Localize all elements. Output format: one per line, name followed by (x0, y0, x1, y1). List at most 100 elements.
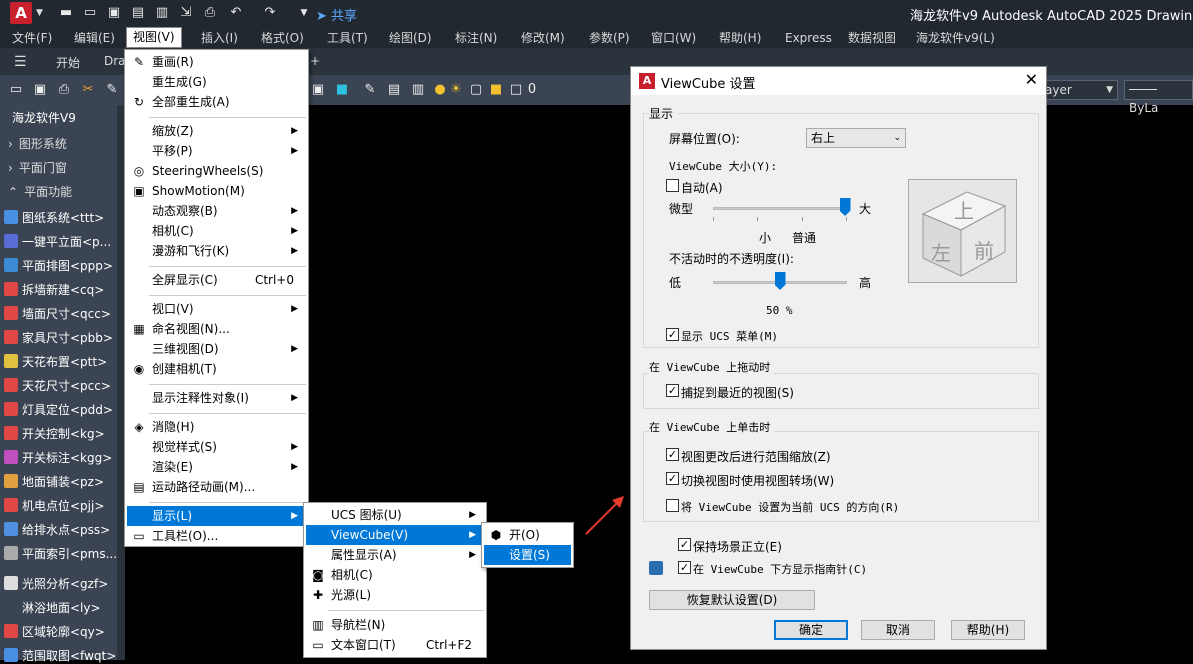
menu-draw[interactable]: 绘图(D) (389, 29, 432, 47)
menu-data-view[interactable]: 数据视图 (848, 29, 896, 47)
close-icon[interactable]: ✕ (1025, 70, 1038, 89)
palette-item[interactable]: 范围取图<fwqt> (4, 647, 116, 664)
menu-insert[interactable]: 插入(I) (201, 29, 238, 47)
layer-color-box[interactable]: □ (508, 82, 524, 98)
restore-defaults-button[interactable]: 恢复默认设置(D) (649, 590, 815, 610)
undo-icon[interactable]: ↶ (228, 5, 244, 21)
menu-express[interactable]: Express (785, 29, 832, 47)
freeze-icon[interactable]: ▢ (468, 82, 484, 98)
save-icon[interactable]: ▣ (32, 82, 48, 98)
menu-item[interactable]: ▤ 运动路径动画(M)... (127, 477, 306, 497)
match-prop-icon[interactable]: ✎ (104, 82, 120, 98)
menu-file[interactable]: 文件(F) (12, 29, 52, 47)
menu-item[interactable]: ⬢ 开(O) (484, 525, 571, 545)
menu-item[interactable]: 全屏显示(C) Ctrl+0 (127, 270, 306, 290)
menu-item[interactable]: 属性显示(A) ▶ (306, 545, 484, 565)
menu-modify[interactable]: 修改(M) (521, 29, 565, 47)
menu-item[interactable]: 动态观察(B) ▶ (127, 201, 306, 221)
plot-icon[interactable]: ▥ (154, 5, 170, 21)
palette-item[interactable]: 灯具定位<pdd> (4, 401, 113, 418)
palette-section[interactable]: › 图形系统 (8, 135, 67, 152)
palette-item[interactable]: 机电点位<pjj> (4, 497, 104, 514)
import-icon[interactable]: ⇲ (178, 5, 194, 21)
palette-item[interactable]: 地面铺装<pz> (4, 473, 104, 490)
menu-item[interactable]: ◎ SteeringWheels(S) (127, 161, 306, 181)
tool-d-icon[interactable]: ▤ (386, 82, 402, 98)
menu-item[interactable]: ◉ 创建相机(T) (127, 359, 306, 379)
customize-quick-access-icon[interactable]: ▼ (296, 5, 312, 21)
menu-item[interactable]: 平移(P) ▶ (127, 141, 306, 161)
palette-item[interactable]: 天花尺寸<pcc> (4, 377, 111, 394)
menu-item[interactable]: ✚ 光源(L) (306, 585, 484, 605)
open-icon[interactable]: ▭ (8, 82, 24, 98)
tool-e-icon[interactable]: ▥ (410, 82, 426, 98)
menu-item[interactable]: 显示(L) ▶ (127, 506, 306, 526)
palette-item[interactable]: 平面排图<ppp> (4, 257, 113, 274)
menu-item[interactable]: 渲染(E) ▶ (127, 457, 306, 477)
palette-item[interactable]: 拆墙新建<cq> (4, 281, 104, 298)
menu-item[interactable]: ▭ 文本窗口(T) Ctrl+F2 (306, 635, 484, 655)
save-as-icon[interactable]: ▤ (130, 5, 146, 21)
palette-item[interactable]: 家具尺寸<pbb> (4, 329, 113, 346)
menu-item[interactable]: 漫游和飞行(K) ▶ (127, 241, 306, 261)
print-icon[interactable]: ⎙ (56, 82, 72, 98)
show-ucs-menu-checkbox[interactable]: ✓ (666, 328, 679, 341)
bulb-icon[interactable]: ● (432, 82, 448, 98)
menu-item[interactable]: 相机(C) ▶ (127, 221, 306, 241)
menu-format[interactable]: 格式(O) (261, 29, 304, 47)
help-button[interactable]: 帮助(H) (951, 620, 1025, 640)
sun-icon[interactable]: ☀ (448, 82, 464, 98)
palette-item[interactable]: 平面索引<pms... (4, 545, 117, 562)
tool-a-icon[interactable]: ▣ (310, 82, 326, 98)
app-logo[interactable]: A (10, 2, 32, 24)
keep-upright-checkbox[interactable]: ✓ (678, 538, 691, 551)
size-slider-track[interactable] (713, 207, 847, 210)
lock-icon[interactable]: ■ (488, 82, 504, 98)
palette-item[interactable]: 墙面尺寸<qcc> (4, 305, 111, 322)
new-tab-icon[interactable]: + (310, 54, 320, 68)
app-menu-caret-icon[interactable]: ▼ (36, 8, 43, 18)
new-file-icon[interactable]: ▬ (58, 5, 74, 21)
layer-combo[interactable]: ayer ▼ (1040, 80, 1118, 100)
menu-view[interactable]: 视图(V) (126, 27, 182, 48)
palette-item[interactable]: 开关标注<kgg> (4, 449, 112, 466)
menu-tools[interactable]: 工具(T) (327, 29, 368, 47)
menu-item[interactable]: 三维视图(D) ▶ (127, 339, 306, 359)
menu-item[interactable]: 显示注释性对象(I) ▶ (127, 388, 306, 408)
menu-window[interactable]: 窗口(W) (651, 29, 696, 47)
menu-item[interactable]: ▥ 导航栏(N) (306, 615, 484, 635)
menu-item[interactable]: UCS 图标(U) ▶ (306, 505, 484, 525)
menu-item[interactable]: 视觉样式(S) ▶ (127, 437, 306, 457)
palette-item[interactable]: 开关控制<kg> (4, 425, 105, 442)
open-folder-icon[interactable]: ▭ (82, 5, 98, 21)
menu-item[interactable]: ↻ 全部重生成(A) (127, 92, 306, 112)
palette-item[interactable]: 淋浴地面<ly> (4, 599, 101, 616)
cut-icon[interactable]: ✂ (80, 82, 96, 98)
cancel-button[interactable]: 取消 (861, 620, 935, 640)
menu-help[interactable]: 帮助(H) (719, 29, 761, 47)
view-transitions-checkbox[interactable]: ✓ (666, 472, 679, 485)
menu-item[interactable]: ◈ 消隐(H) (127, 417, 306, 437)
menu-item[interactable]: ✎ 重画(R) (127, 52, 306, 72)
menu-item[interactable]: ▭ 工具栏(O)... (127, 526, 306, 546)
menu-hailong[interactable]: 海龙软件v9(L) (916, 29, 995, 47)
tab-start[interactable]: 开始 (56, 54, 80, 71)
redo-icon[interactable]: ↷ (262, 5, 278, 21)
palette-item[interactable]: 图纸系统<ttt> (4, 209, 104, 226)
palette-item[interactable]: 给排水点<pss> (4, 521, 110, 538)
palette-section[interactable]: › 平面门窗 (8, 159, 67, 176)
screen-position-select[interactable]: 右上 ⌄ (806, 128, 906, 148)
ok-button[interactable]: 确定 (774, 620, 848, 640)
menu-item[interactable]: ▦ 命名视图(N)... (127, 319, 306, 339)
palette-item[interactable]: 光照分析<gzf> (4, 575, 108, 592)
zoom-extents-checkbox[interactable]: ✓ (666, 448, 679, 461)
palette-section[interactable]: ⌃ 平面功能 (8, 183, 72, 200)
menu-item[interactable]: 视口(V) ▶ (127, 299, 306, 319)
menu-item[interactable]: ◙ 相机(C) (306, 565, 484, 585)
menu-dimension[interactable]: 标注(N) (455, 29, 497, 47)
file-tabs-menu-icon[interactable]: ☰ (14, 54, 30, 70)
print-icon[interactable]: ⎙ (202, 5, 218, 21)
menu-item[interactable]: 设置(S) (484, 545, 571, 565)
show-compass-checkbox[interactable]: ✓ (678, 561, 691, 574)
share-button[interactable]: ➤ 共享 (316, 5, 357, 24)
